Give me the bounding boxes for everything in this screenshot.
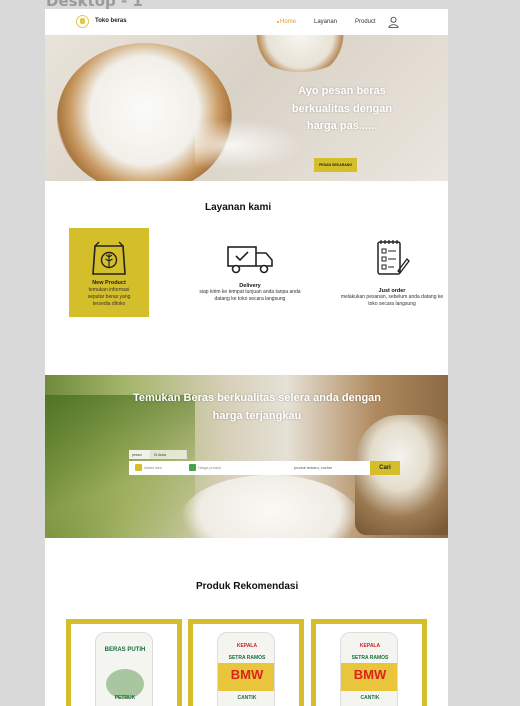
location-label: lokasi tuku <box>144 465 162 470</box>
hero-title: Ayo pesan beras berkualitas dengan harga… <box>291 85 393 132</box>
rice-pile-image <box>180 475 360 538</box>
search-button[interactable]: Cari <box>370 461 400 475</box>
rice-sack-image <box>355 415 448 535</box>
product-image: KEPALA SETRA RAMOS BMW CANTIK <box>340 632 398 706</box>
product-top: KEPALA <box>359 643 381 649</box>
search-banner: Temukan Beras berkualitas selera anda de… <box>45 375 448 538</box>
order-now-button[interactable]: PESAN SEKARANG <box>314 158 357 172</box>
product-top: KEPALA <box>236 643 258 649</box>
nav-home[interactable]: Home <box>276 19 296 25</box>
product-foot: PETRUK <box>114 695 136 701</box>
hero-banner: Ayo pesan beras berkualitas dengan harga… <box>45 35 448 181</box>
service-card-new-product[interactable]: New Product temukan informasi seputar be… <box>69 228 149 317</box>
tab-label: pesan <box>132 452 142 457</box>
product-label: SETRA RAMOS <box>228 655 266 661</box>
order-clipboard-icon <box>377 240 410 275</box>
service-description: melakukan pesanan, sebelum anda datang k… <box>340 294 444 307</box>
service-just-order[interactable]: Just order melakukan pesanan, sebelum an… <box>337 237 447 308</box>
produk-title: Produk Rekomendasi <box>196 581 299 592</box>
product-card[interactable]: BERAS PUTIH PETRUK <box>66 619 182 706</box>
service-name: New Product <box>92 280 126 286</box>
location-icon <box>135 464 142 471</box>
delivery-truck-icon <box>227 246 273 274</box>
navbar: Toko beras Home Layanan Product <box>45 9 448 35</box>
search-title: Temukan Beras berkualitas selera anda de… <box>132 392 381 422</box>
price-selector[interactable]: Harga produk <box>189 464 221 471</box>
user-icon[interactable] <box>388 16 399 28</box>
service-delivery[interactable]: Delivery siap kirim ke tempat tunjuan an… <box>195 244 305 303</box>
landing-page: Toko beras Home Layanan Product Ayo pesa… <box>45 9 448 706</box>
tab-label: Di Antar <box>154 452 167 457</box>
product-card[interactable]: KEPALA SETRA RAMOS BMW CANTIK <box>311 619 427 706</box>
product-label: SETRA RAMOS <box>351 655 389 661</box>
price-label: Harga produk <box>198 465 222 470</box>
product-card[interactable]: KEPALA SETRA RAMOS BMW CANTIK <box>188 619 304 706</box>
location-selector[interactable]: lokasi tuku <box>135 464 162 471</box>
logo-icon[interactable] <box>76 15 89 28</box>
product-brand: BMW <box>230 667 264 682</box>
search-tabs: pesan Di Antar <box>129 450 187 459</box>
brand-name[interactable]: Toko beras <box>95 18 127 24</box>
tab-pesan[interactable]: pesan <box>129 450 151 459</box>
service-description: siap kirim ke tempat tunjuan anda tanpa … <box>199 289 301 302</box>
product-image: KEPALA SETRA RAMOS BMW CANTIK <box>217 632 275 706</box>
search-input[interactable] <box>294 463 369 473</box>
product-foot: CANTIK <box>237 695 257 701</box>
nav-layanan[interactable]: Layanan <box>314 19 337 25</box>
rice-bowl-small-image <box>245 35 355 72</box>
nav-product[interactable]: Product <box>355 19 376 25</box>
rice-sack-icon <box>92 241 126 275</box>
product-foot: CANTIK <box>360 695 380 701</box>
product-label: BERAS PUTIH <box>104 647 146 653</box>
service-description: temukan informasi seputar beras yang ter… <box>87 287 131 307</box>
tab-di-antar[interactable]: Di Antar <box>151 450 187 459</box>
product-image: BERAS PUTIH PETRUK <box>95 632 153 706</box>
product-brand: BMW <box>353 667 387 682</box>
price-icon <box>189 464 196 471</box>
search-bar: lokasi tuku Harga produk <box>129 461 371 475</box>
layanan-title: Layanan kami <box>205 202 272 213</box>
